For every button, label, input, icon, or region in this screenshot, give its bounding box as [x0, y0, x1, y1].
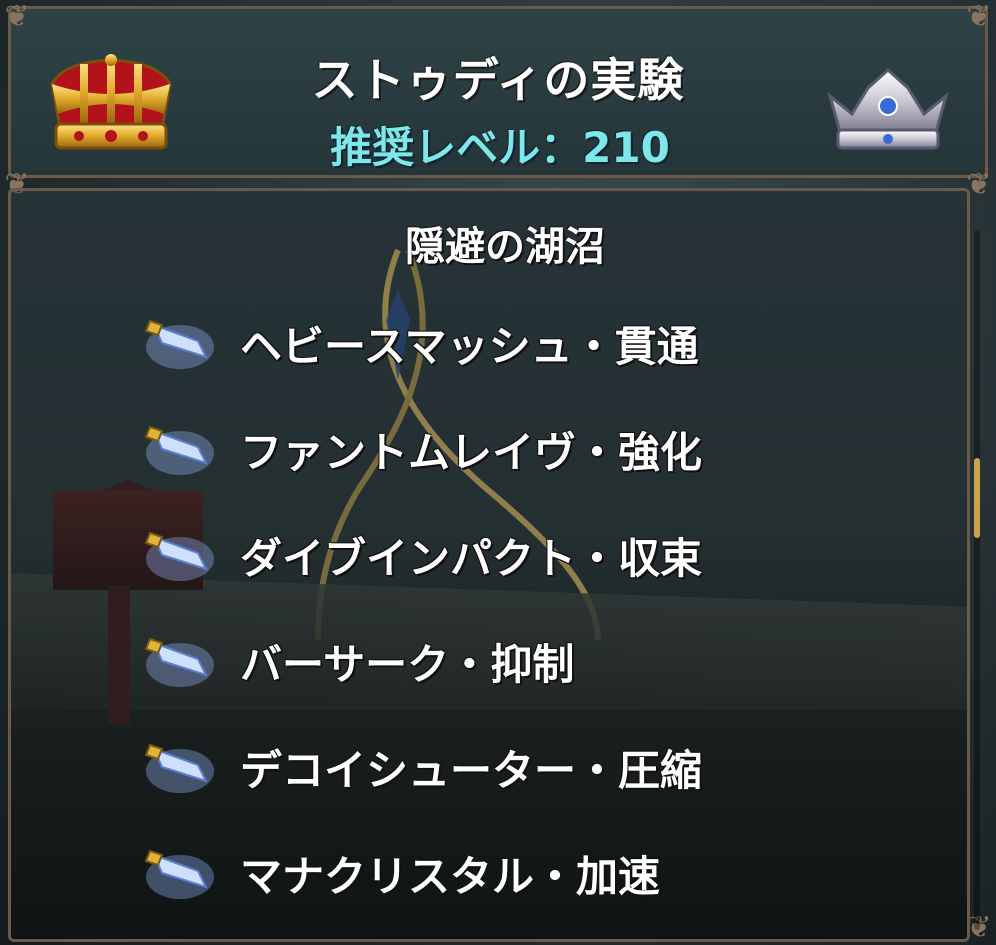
skill-item[interactable]: ファントムレイヴ・強化 [140, 396, 860, 502]
skill-item[interactable]: マナクリスタル・加速 [140, 820, 860, 926]
crystal-scroll-icon [144, 425, 214, 475]
scroll-thumb[interactable] [974, 458, 980, 538]
crystal-scroll-icon [144, 743, 214, 793]
skill-label: ヘビースマッシュ・貫通 [240, 321, 699, 371]
frame-corner-ornament-icon: ❦ [966, 0, 992, 34]
skill-label: マナクリスタル・加速 [240, 851, 661, 901]
skill-item[interactable]: ヘビースマッシュ・貫通 [140, 290, 860, 396]
crystal-scroll-icon [144, 319, 214, 369]
scrollbar[interactable] [974, 230, 980, 930]
skill-item[interactable]: デコイシューター・圧縮 [140, 714, 860, 820]
game-window: ❦ ❦ ❦ ❦ ❦ ストゥディの実験 推奨レベル：210 隠避の湖沼 ヘビースマ… [0, 0, 996, 945]
frame-corner-ornament-icon: ❦ [4, 0, 30, 34]
skill-label: ファントムレイヴ・強化 [240, 427, 703, 477]
crystal-scroll-icon [144, 637, 214, 687]
skill-label: デコイシューター・圧縮 [240, 745, 703, 795]
quest-title: ストゥディの実験 [311, 53, 685, 107]
crystal-scroll-icon [144, 849, 214, 899]
skill-item[interactable]: ダイブインパクト・収束 [140, 502, 860, 608]
skill-item[interactable]: バーサーク・抑制 [140, 608, 860, 714]
skill-label: ダイブインパクト・収束 [240, 533, 703, 583]
skill-list: ヘビースマッシュ・貫通 ファントムレイヴ・強化 ダイブインパクト・収束 バーサー… [140, 290, 860, 926]
area-name: 隠避の湖沼 [405, 224, 605, 270]
skill-label: バーサーク・抑制 [240, 639, 575, 689]
crystal-scroll-icon [144, 531, 214, 581]
recommended-level: 推奨レベル：210 [330, 123, 670, 172]
